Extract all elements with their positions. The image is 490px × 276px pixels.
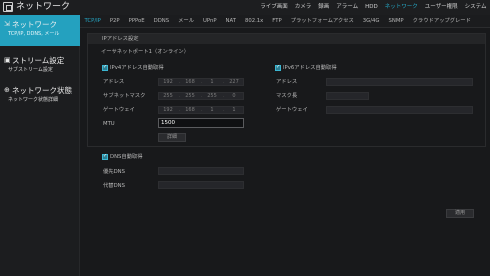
ip-dot: . [201, 107, 203, 113]
ip-octet: 168 [185, 107, 195, 113]
ip-octet: 0 [232, 93, 236, 99]
ip-dot: . [201, 93, 203, 99]
menu-record[interactable]: 録画 [315, 0, 333, 15]
tab-p2p[interactable]: P2P [105, 15, 124, 27]
dns-auto-label: DNS自動取得 [110, 154, 143, 160]
sidebar-item-title: ストリーム設定 [12, 56, 65, 65]
tab-snmp[interactable]: SNMP [384, 15, 408, 27]
sidebar-item-subtitle: ネットワーク状態詳細 [8, 97, 59, 103]
ip-dot: . [223, 107, 225, 113]
ip-octet: 227 [229, 79, 239, 85]
menu-system[interactable]: システム [461, 0, 490, 15]
tab-email[interactable]: メール [174, 15, 199, 27]
mtu-value: 1500 [161, 120, 175, 126]
sidebar: ⇲ ネットワーク TCP/IP, DDNS, メール ▣ ストリーム設定 サブス… [0, 15, 80, 276]
status-icon: ⊕ [4, 86, 10, 94]
menu-network[interactable]: ネットワーク [381, 0, 421, 15]
menu-user[interactable]: ユーザー権限 [421, 0, 461, 15]
preferred-dns-field[interactable] [158, 167, 244, 175]
tab-cloud-upgrade[interactable]: クラウドアップグレード [408, 15, 475, 27]
dns-auto-checkbox[interactable] [102, 153, 108, 160]
ip-octet: 168 [185, 79, 195, 85]
top-menu: ライブ画面 カメラ 録画 アラーム HDD ネットワーク ユーザー権限 システム [257, 0, 490, 15]
ipv4-gateway-field[interactable]: 192 . 168 . 1 . 1 [158, 106, 244, 114]
ip-dot: . [201, 79, 203, 85]
ip-dot: . [179, 79, 181, 85]
sidebar-item-subtitle: サブストリーム設定 [8, 67, 53, 73]
ipv6-gateway-label: ゲートウェイ [276, 107, 308, 113]
panel-header: IPアドレス設定 [88, 34, 485, 44]
tab-nat[interactable]: NAT [221, 15, 240, 27]
ipv6-mask-label: マスク長 [276, 93, 298, 99]
ipv6-address-field[interactable] [326, 78, 473, 86]
tab-pppoe[interactable]: PPPoE [124, 15, 149, 27]
ip-dot: . [179, 93, 181, 99]
ipv4-address-field[interactable]: 192 . 168 . 1 . 227 [158, 78, 244, 86]
mtu-label: MTU [103, 121, 115, 127]
ethernet-port-label: イーサネットポート1（オンライン） [101, 49, 190, 55]
ip-dot: . [179, 107, 181, 113]
alternate-dns-field[interactable] [158, 181, 244, 189]
tab-bar: TCP/IP P2P PPPoE DDNS メール UPnP NAT 802.1… [80, 15, 490, 28]
network-icon: ⇲ [4, 20, 10, 28]
ipv4-auto-checkbox[interactable] [102, 64, 108, 71]
ipv6-auto-label: IPv6アドレス自動取得 [283, 65, 337, 71]
stream-icon: ▣ [4, 56, 11, 64]
ipv4-address-label: アドレス [103, 79, 125, 85]
menu-hdd[interactable]: HDD [362, 0, 382, 15]
panel-title: IPアドレス設定 [102, 36, 139, 42]
ipv6-auto-checkbox[interactable] [275, 64, 281, 71]
tab-tcpip[interactable]: TCP/IP [80, 15, 105, 27]
ipv4-gateway-label: ゲートウェイ [103, 107, 135, 113]
ip-octet: 1 [232, 107, 236, 113]
tab-upnp[interactable]: UPnP [199, 15, 222, 27]
ip-octet: 192 [163, 107, 173, 113]
sidebar-item-stream[interactable]: ▣ ストリーム設定 サブストリーム設定 [0, 51, 80, 82]
ip-octet: 255 [207, 93, 217, 99]
ip-octet: 192 [163, 79, 173, 85]
menu-alarm[interactable]: アラーム [333, 0, 362, 15]
apply-button[interactable]: 適用 [446, 209, 474, 218]
tab-ddns[interactable]: DDNS [149, 15, 173, 27]
tab-ftp[interactable]: FTP [268, 15, 286, 27]
sidebar-item-title: ネットワーク [12, 20, 57, 29]
preferred-dns-label: 優先DNS [103, 169, 125, 175]
menu-camera[interactable]: カメラ [291, 0, 315, 15]
ip-octet: 1 [210, 107, 214, 113]
title-bar: ネットワーク ライブ画面 カメラ 録画 アラーム HDD ネットワーク ユーザー… [0, 0, 490, 15]
ip-dot: . [223, 79, 225, 85]
app-icon [3, 2, 13, 12]
alternate-dns-label: 代替DNS [103, 183, 125, 189]
ip-dot: . [223, 93, 225, 99]
ipv4-auto-label: IPv4アドレス自動取得 [110, 65, 164, 71]
detail-button[interactable]: 詳細 [158, 133, 186, 142]
ip-octet: 255 [163, 93, 173, 99]
mtu-input[interactable]: 1500 [158, 118, 244, 128]
sidebar-item-title: ネットワーク状態 [12, 86, 72, 95]
ipv6-mask-field[interactable] [326, 92, 369, 100]
ipv4-mask-field[interactable]: 255 . 255 . 255 . 0 [158, 92, 244, 100]
sidebar-item-network[interactable]: ⇲ ネットワーク TCP/IP, DDNS, メール [0, 15, 80, 46]
sidebar-item-subtitle: TCP/IP, DDNS, メール [8, 31, 60, 37]
sidebar-item-status[interactable]: ⊕ ネットワーク状態 ネットワーク状態詳細 [0, 81, 80, 112]
ip-octet: 1 [210, 79, 214, 85]
tab-platform-access[interactable]: プラットフォームアクセス [286, 15, 358, 27]
menu-live[interactable]: ライブ画面 [257, 0, 292, 15]
ipv4-mask-label: サブネットマスク [103, 93, 146, 99]
app-title: ネットワーク [16, 2, 71, 12]
ip-octet: 255 [185, 93, 195, 99]
tab-3g4g[interactable]: 3G/4G [358, 15, 384, 27]
ipv6-address-label: アドレス [276, 79, 298, 85]
ipv6-gateway-field[interactable] [326, 106, 473, 114]
tab-8021x[interactable]: 802.1x [240, 15, 267, 27]
